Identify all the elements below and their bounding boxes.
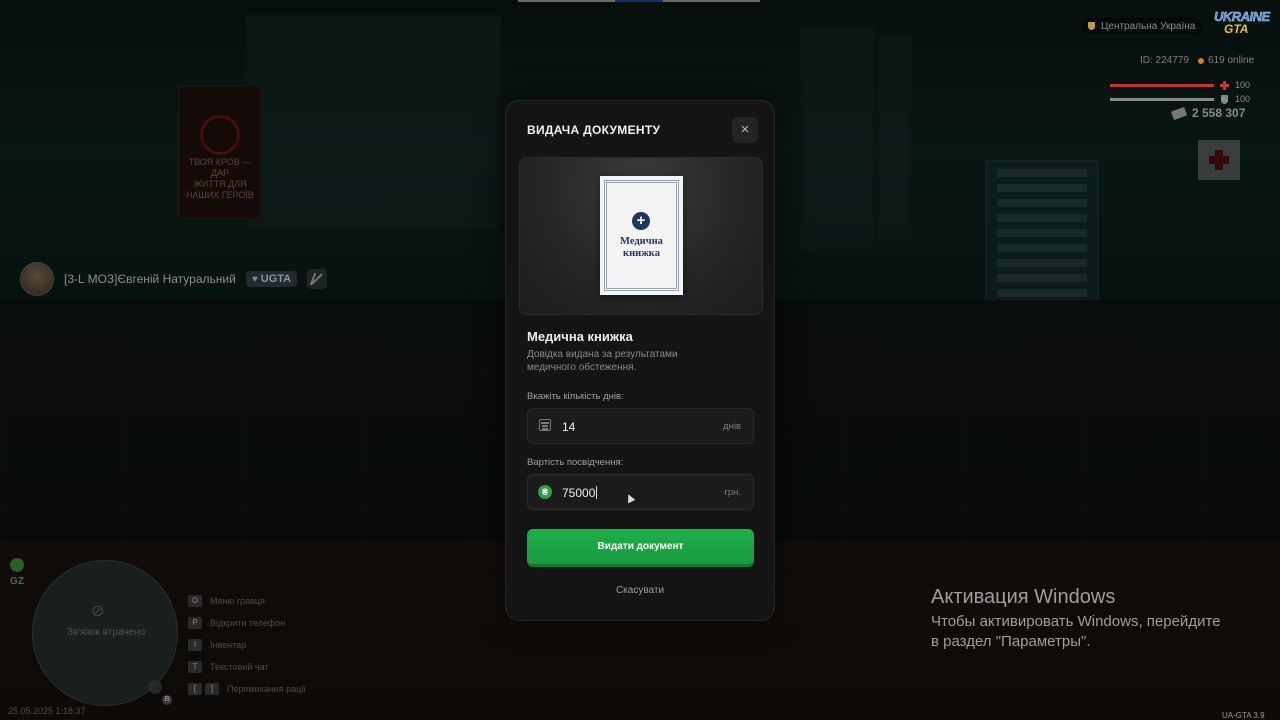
hotkey-label: Перемикання рації (227, 684, 306, 694)
minimap-status: Зв'язок втрачено (66, 627, 146, 638)
region-shield-icon (1088, 22, 1095, 30)
hotkey-keys: O (188, 595, 202, 607)
green-zone-label: GZ (10, 576, 24, 587)
document-name: Медична книжка (527, 329, 633, 344)
medical-plus-icon: + (632, 212, 650, 230)
region-badge: Центральна Україна (1082, 18, 1204, 34)
issue-document-button[interactable]: Видати документ (527, 529, 754, 567)
armor-bar (1110, 98, 1214, 101)
hotkey-keys: P (188, 617, 202, 629)
logo-line2: GTA (1224, 22, 1249, 36)
watermark-text: Чтобы активировать Windows, перейдите в … (931, 613, 1221, 650)
watermark-title: Активация Windows (931, 586, 1116, 608)
calendar-icon (539, 419, 551, 431)
document-cover: + Медична книжка (600, 176, 683, 295)
issue-document-modal: ВИДАЧА ДОКУМЕНТУ × + Медична книжка Меди… (505, 100, 775, 621)
online-dot-icon (1198, 57, 1204, 64)
datetime: 25.05.2025 1:18:37 (8, 706, 86, 716)
hotkey-keys: I (188, 639, 202, 651)
health-cross-icon (1220, 81, 1229, 90)
modal-title: ВИДАЧА ДОКУМЕНТУ (527, 123, 661, 137)
armor-shield-icon (1221, 95, 1228, 104)
hotkey-key: I (188, 639, 202, 651)
days-input[interactable]: 14 днів (527, 408, 754, 444)
hotkey-label: Інвентар (210, 640, 247, 650)
money-icon (1170, 106, 1188, 120)
days-label: Вкажіть кількість днів: (527, 391, 624, 402)
team-badge: ♥ UGTA (245, 271, 298, 287)
hotkey-key: P (188, 617, 202, 629)
text-caret (596, 486, 598, 499)
days-suffix: днів (723, 421, 741, 432)
player-name: [3-L МОЗ]Євгеній Натуральний (64, 272, 236, 286)
hotkey-item: P Відкрити телефон (188, 612, 306, 634)
hryvnia-coin-icon: ₴ (538, 485, 552, 499)
player-id: ID: 224779 (1140, 55, 1189, 66)
hotkey-item: [] Перемикання рації (188, 678, 306, 700)
hotkey-key: T (188, 661, 202, 673)
price-label: Вартість посвідчення: (527, 457, 624, 468)
online-counter: 619 online (1198, 55, 1254, 66)
mic-icon (148, 680, 162, 694)
online-text: 619 online (1208, 55, 1255, 66)
close-button[interactable]: × (732, 117, 758, 143)
hotkey-item: T Текстовий чат (188, 656, 306, 678)
cancel-button[interactable]: Скасувати (590, 585, 690, 596)
version-label: UA-GTA 3.9 (1222, 711, 1265, 720)
team-name: UGTA (260, 273, 292, 285)
price-suffix: грн. (724, 487, 741, 498)
hotkey-key: ] (205, 683, 219, 695)
armor-value: 100 (1235, 94, 1251, 104)
hotkey-key: [ (188, 683, 202, 695)
avatar (20, 262, 54, 296)
hotkey-label: Текстовий чат (210, 662, 269, 672)
document-preview: + Медична книжка (519, 157, 763, 315)
health-value: 100 (1235, 80, 1251, 90)
hotkey-label: Меню гравця (210, 596, 265, 606)
hotkey-label: Відкрити телефон (210, 618, 286, 628)
hotkey-keys: T (188, 661, 202, 673)
document-description: Довідка видана за результатами медичного… (527, 349, 678, 373)
price-input[interactable]: ₴ 75000 грн. (527, 474, 754, 510)
server-logo: UKRAINE GTA (1214, 10, 1271, 38)
cover-title-line1: Медична (620, 236, 663, 247)
heart-icon: ♥ (251, 273, 258, 285)
close-icon: × (740, 121, 750, 138)
player-nametag: [3-L МОЗ]Євгеній Натуральний ♥ UGTA (20, 262, 328, 296)
hotkey-keys: [] (188, 683, 219, 695)
days-value: 14 (562, 420, 576, 434)
hotkey-key: O (188, 595, 202, 607)
hotkey-list: O Меню гравця P Відкрити телефон I Інвентар T Т… (188, 590, 306, 700)
region-name: Центральна Україна (1101, 20, 1196, 32)
green-zone-indicator: GZ (6, 558, 28, 587)
cover-title: Медична книжка (606, 236, 677, 260)
mic-muted-icon (307, 269, 328, 289)
no-signal-icon: ⊘ (91, 603, 105, 620)
mic-key: B (162, 695, 172, 705)
price-value: 75000 (562, 486, 596, 500)
money-display: 2 558 307 (1170, 106, 1246, 120)
money-value: 2 558 307 (1192, 106, 1246, 120)
cover-title-line2: книжка (623, 248, 660, 259)
hotkey-item: O Меню гравця (188, 590, 306, 612)
green-zone-icon (10, 558, 24, 572)
health-bar (1110, 84, 1214, 87)
hotkey-item: I Інвентар (188, 634, 306, 656)
price-value-wrap: 75000 (562, 486, 598, 500)
windows-activation-watermark: Активация Windows Чтобы активировать Win… (931, 586, 1231, 652)
